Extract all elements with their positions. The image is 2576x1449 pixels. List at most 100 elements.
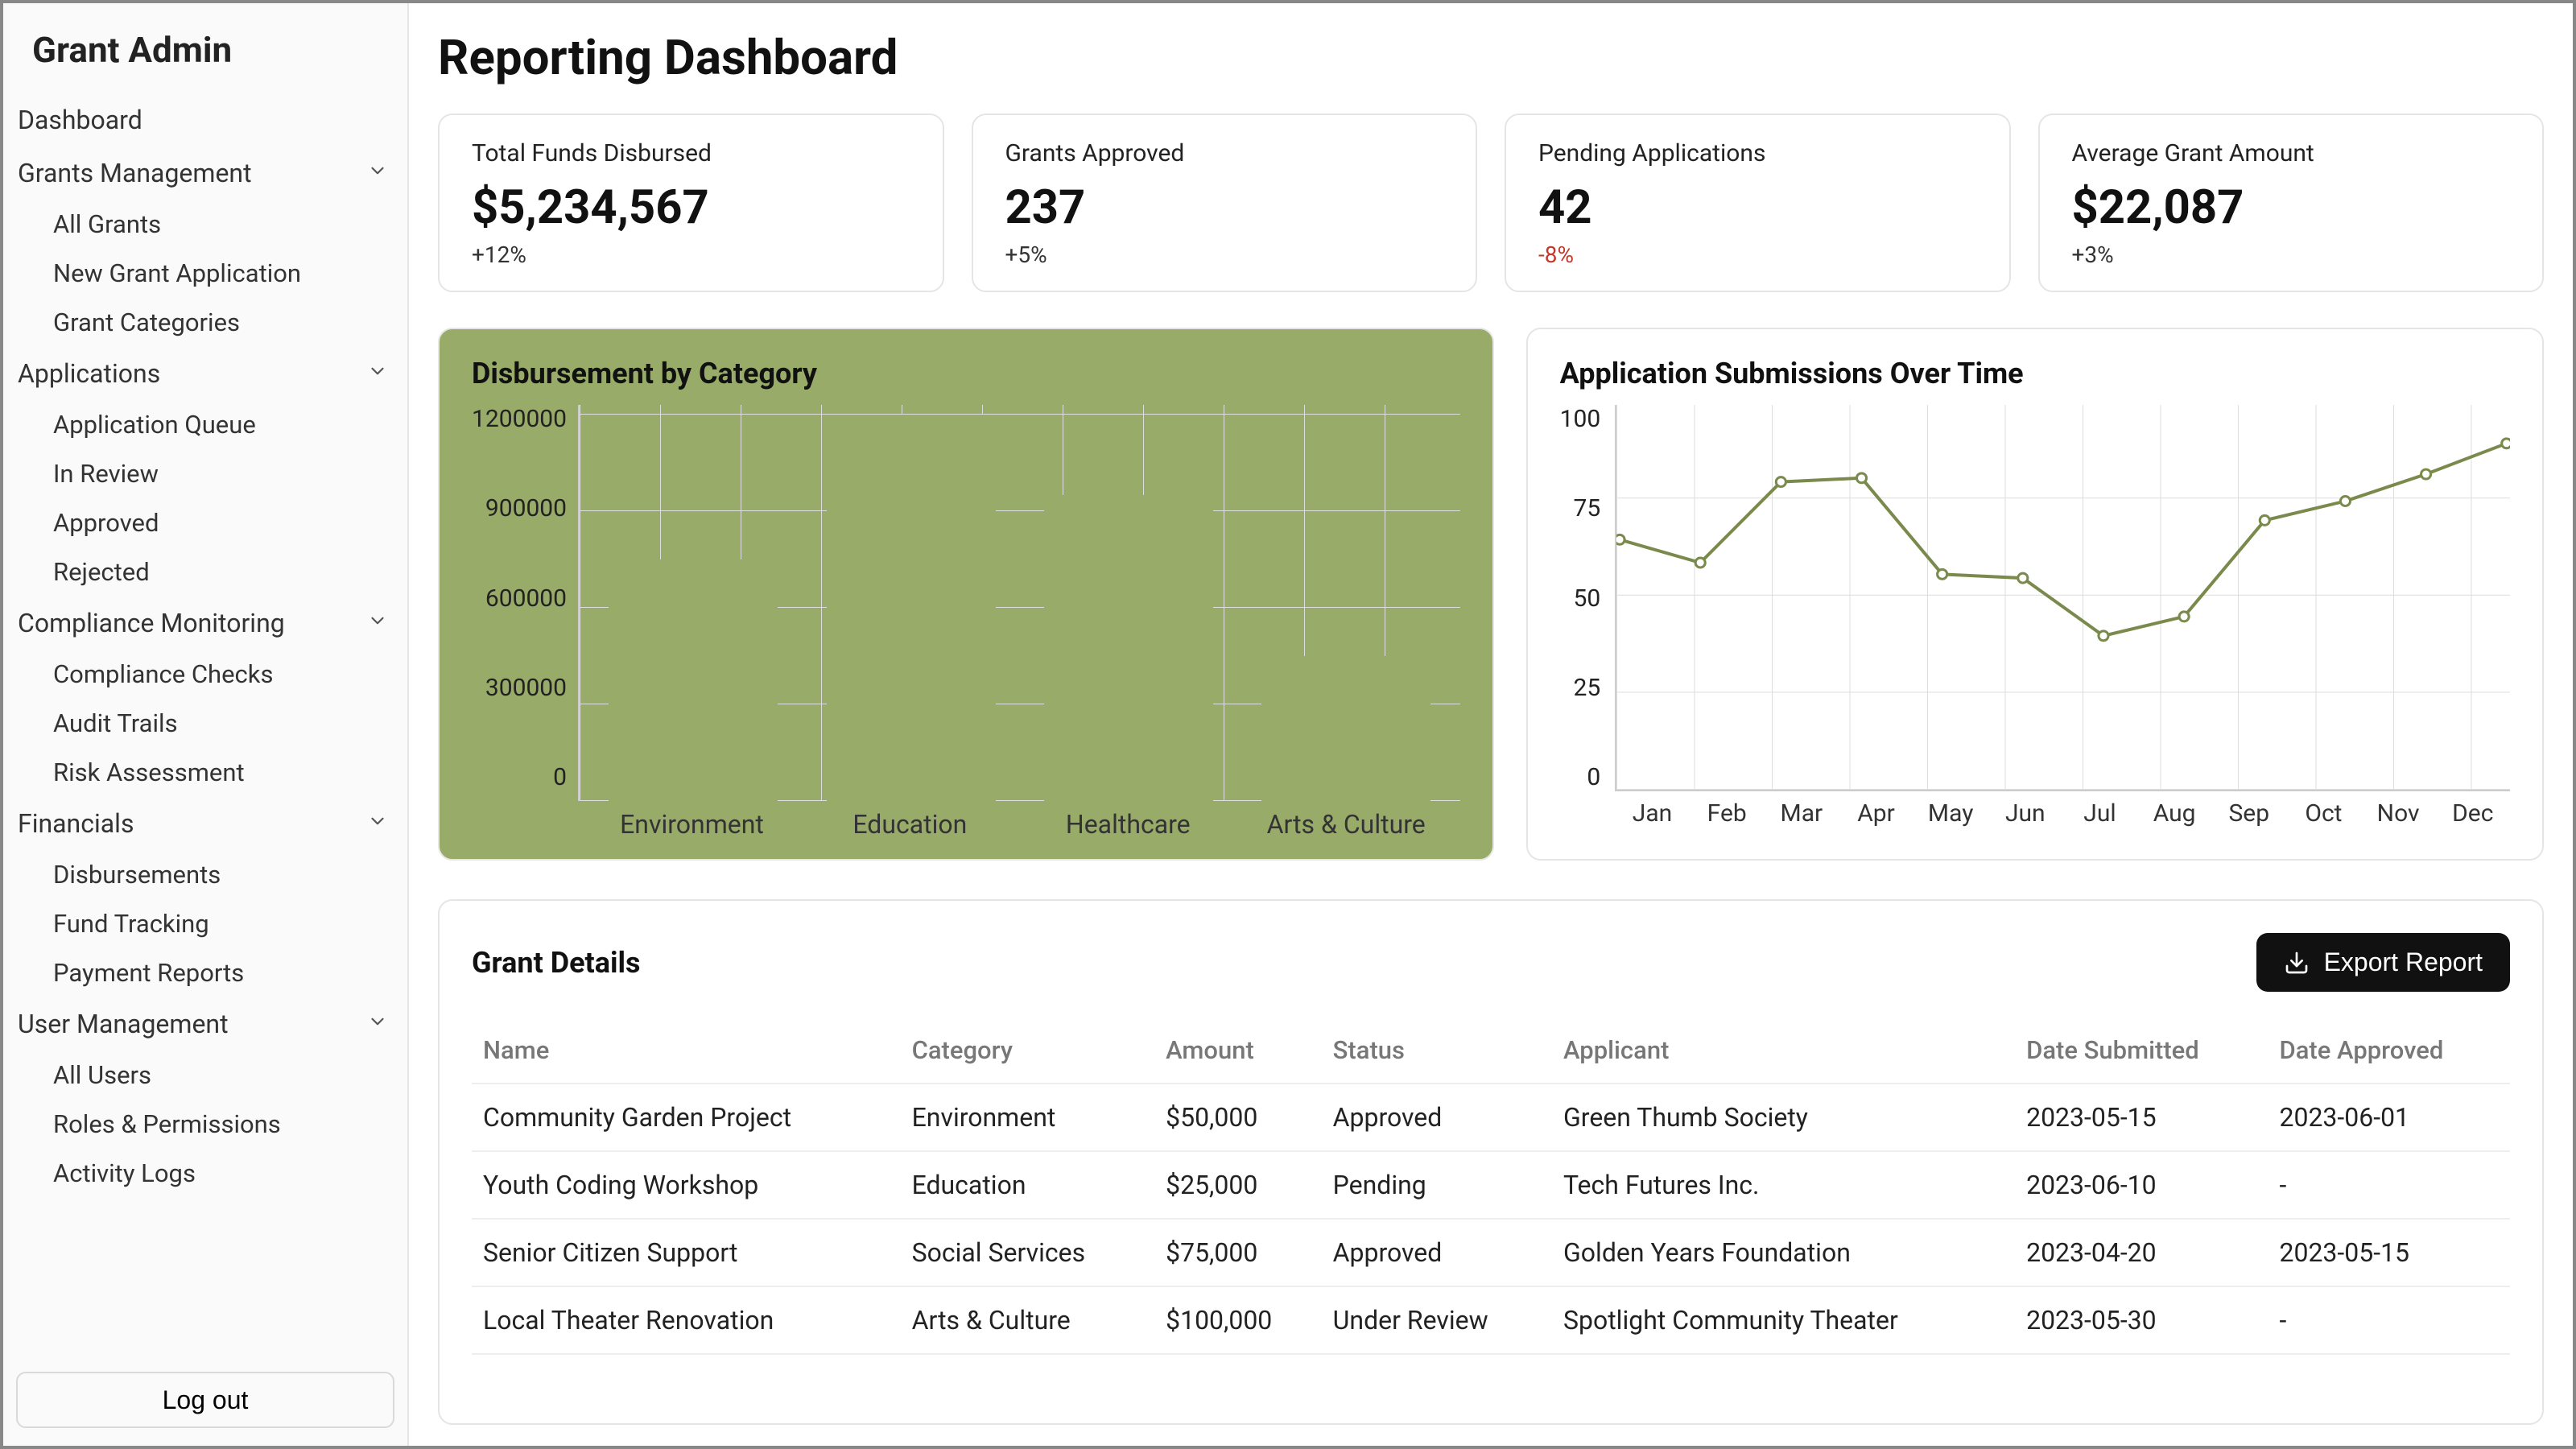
y-tick: 900000 [485,494,567,522]
data-point [1857,473,1867,483]
y-tick: 25 [1573,674,1600,702]
data-point [1938,569,1947,579]
y-tick: 600000 [485,584,567,613]
bar-category-label: Education [824,809,997,840]
table-row[interactable]: Community Garden ProjectEnvironment$50,0… [472,1084,2510,1151]
export-report-button[interactable]: Export Report [2256,933,2510,992]
table-row[interactable]: Local Theater RenovationArts & Culture$1… [472,1286,2510,1354]
y-tick: 1200000 [472,405,567,433]
stat-label: Pending Applications [1538,139,1977,167]
logout-button[interactable]: Log out [16,1372,394,1428]
y-tick: 100 [1560,405,1601,433]
x-tick: Apr [1839,799,1913,828]
sidebar-item[interactable]: Payment Reports [47,948,399,997]
column-header[interactable]: Applicant [1552,1018,2015,1084]
x-tick: Jul [2062,799,2137,828]
column-header[interactable]: Amount [1154,1018,1322,1084]
data-point [2260,515,2269,525]
data-point [2179,612,2189,621]
stat-delta: +12% [472,242,910,268]
brand-title: Grant Admin [11,13,399,93]
stat-card: Average Grant Amount $22,087 +3% [2038,114,2545,292]
sidebar-item[interactable]: Risk Assessment [47,748,399,797]
table-row[interactable]: Youth Coding WorkshopEducation$25,000Pen… [472,1151,2510,1219]
x-tick: Oct [2286,799,2361,828]
table-row[interactable]: Senior Citizen SupportSocial Services$75… [472,1219,2510,1286]
x-tick: Nov [2361,799,2436,828]
sidebar-item[interactable]: Application Queue [47,400,399,449]
column-header[interactable]: Name [472,1018,901,1084]
stat-value: 237 [1005,180,1444,235]
stat-card: Pending Applications 42 -8% [1505,114,2011,292]
chart-title: Application Submissions Over Time [1560,357,2510,390]
stat-label: Total Funds Disbursed [472,139,910,167]
chart-title: Disbursement by Category [472,357,1460,390]
stat-label: Average Grant Amount [2072,139,2511,167]
y-tick: 0 [553,763,567,791]
main-content: Reporting Dashboard Total Funds Disburse… [409,3,2573,1446]
bar-y-axis: 12000009000006000003000000 [472,405,578,791]
y-tick: 75 [1573,494,1600,522]
stat-card: Total Funds Disbursed $5,234,567 +12% [438,114,944,292]
sidebar-group-label: Compliance Monitoring [18,608,285,638]
data-point [1616,535,1624,544]
sidebar-link-dashboard[interactable]: Dashboard [11,93,399,147]
sidebar-item[interactable]: Approved [47,498,399,547]
stats-row: Total Funds Disbursed $5,234,567 +12% Gr… [438,114,2544,292]
sidebar-group-header[interactable]: Applications [11,347,399,400]
data-point [2099,631,2108,641]
y-tick: 0 [1587,763,1600,791]
table-cell: - [2268,1286,2510,1354]
export-report-label: Export Report [2324,947,2483,977]
sidebar-item[interactable]: New Grant Application [47,249,399,298]
sidebar-group-header[interactable]: Compliance Monitoring [11,597,399,650]
sidebar-item[interactable]: Audit Trails [47,699,399,748]
table-cell: 2023-05-30 [2015,1286,2268,1354]
bar-plot-area [578,405,1460,801]
column-header[interactable]: Date Approved [2268,1018,2510,1084]
stat-delta: +5% [1005,242,1444,268]
sidebar-item[interactable]: All Grants [47,200,399,249]
table-cell: 2023-06-10 [2015,1151,2268,1219]
column-header[interactable]: Status [1322,1018,1552,1084]
sidebar-group-header[interactable]: Financials [11,797,399,850]
grant-details-table: NameCategoryAmountStatusApplicantDate Su… [472,1018,2510,1355]
sidebar-item[interactable]: Fund Tracking [47,899,399,948]
table-cell: Education [901,1151,1155,1219]
chevron-down-icon [367,610,393,637]
table-cell: Spotlight Community Theater [1552,1286,2015,1354]
data-point [2502,439,2510,448]
table-cell: Environment [901,1084,1155,1151]
bar-category-label: Environment [605,809,778,840]
sidebar-group-label: Financials [18,808,134,839]
table-cell: Approved [1322,1219,1552,1286]
sidebar-item[interactable]: In Review [47,449,399,498]
sidebar-item[interactable]: Roles & Permissions [47,1100,399,1149]
column-header[interactable]: Date Submitted [2015,1018,2268,1084]
chevron-down-icon [367,811,393,837]
data-point [1776,477,1785,487]
stat-card: Grants Approved 237 +5% [972,114,1478,292]
grant-details-table-card: Grant Details Export Report NameCategory… [438,899,2544,1425]
column-header[interactable]: Category [901,1018,1155,1084]
line-x-labels: JanFebMarAprMayJunJulAugSepOctNovDec [1615,791,2510,828]
sidebar-item[interactable]: All Users [47,1051,399,1100]
table-cell: 2023-04-20 [2015,1219,2268,1286]
sidebar-item[interactable]: Rejected [47,547,399,597]
stat-value: $22,087 [2072,180,2511,235]
chart-submissions-over-time: Application Submissions Over Time 100755… [1526,328,2544,861]
table-cell: $25,000 [1154,1151,1322,1219]
chart-disbursement-by-category: Disbursement by Category 1200000 900000 60… [438,328,1494,861]
table-cell: Approved [1322,1084,1552,1151]
sidebar-item[interactable]: Activity Logs [47,1149,399,1198]
table-cell: $100,000 [1154,1286,1322,1354]
sidebar-item[interactable]: Compliance Checks [47,650,399,699]
sidebar-group-label: User Management [18,1009,229,1039]
sidebar-group-header[interactable]: User Management [11,997,399,1051]
table-cell: 2023-05-15 [2268,1219,2510,1286]
sidebar-group-header[interactable]: Grants Management [11,147,399,200]
page-title: Reporting Dashboard [438,29,2544,86]
charts-row: Disbursement by Category 1200000 900000 60… [438,328,2544,861]
sidebar-item[interactable]: Disbursements [47,850,399,899]
sidebar-item[interactable]: Grant Categories [47,298,399,347]
